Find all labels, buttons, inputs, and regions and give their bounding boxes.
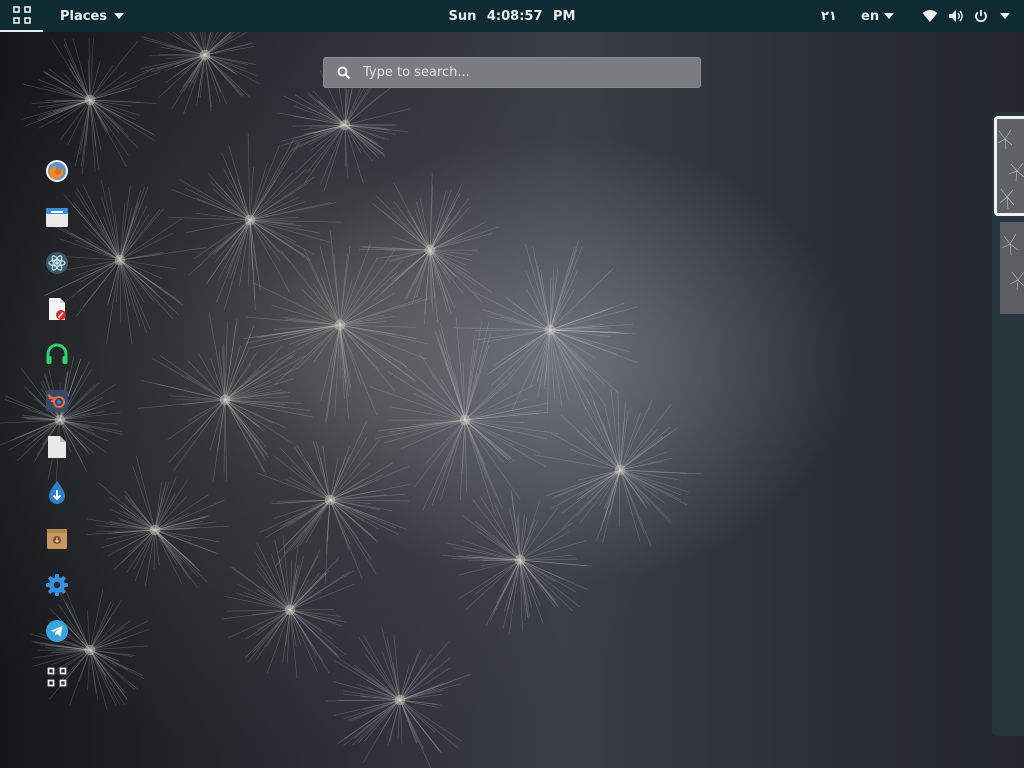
dash-item-telegram[interactable]: [40, 614, 74, 648]
places-label: Places: [60, 8, 108, 24]
search-input[interactable]: [361, 64, 685, 81]
atom-icon: [46, 252, 68, 274]
app-grid-icon: [47, 667, 67, 687]
files-icon: [46, 208, 68, 227]
workspace-indicator[interactable]: ٢١: [821, 0, 837, 32]
workspace-preview: [997, 119, 1024, 213]
volume-icon: [949, 10, 963, 22]
chevron-down-icon: [114, 13, 125, 19]
workspace-number: ٢١: [821, 8, 837, 24]
dash-item-files[interactable]: [40, 200, 74, 234]
blender-icon: [46, 390, 68, 412]
show-applications-button[interactable]: [40, 660, 74, 694]
power-icon: [975, 10, 987, 23]
system-menu[interactable]: [920, 0, 1024, 32]
wallpaper: [0, 0, 702, 768]
clock[interactable]: Sun 4:08:57 PM: [448, 9, 575, 24]
gear-icon: [46, 574, 68, 596]
dash-item-blender[interactable]: [40, 384, 74, 418]
language-label: en: [861, 8, 880, 24]
telegram-icon: [46, 620, 68, 642]
headphones-icon: [46, 343, 68, 364]
search-box[interactable]: [323, 57, 701, 88]
workspace-thumbnail-active[interactable]: [994, 116, 1024, 216]
dash-item-firefox[interactable]: [40, 154, 74, 188]
firefox-icon: [46, 160, 68, 182]
workspace-preview: [1000, 222, 1024, 314]
dash-item-package-installer[interactable]: [40, 522, 74, 556]
document-icon: [48, 436, 66, 458]
dash-item-document-viewer[interactable]: [40, 292, 74, 326]
desktop-overview: Places Sun 4:08:57 PM ٢١ en: [0, 0, 1024, 768]
download-drop-icon: [49, 481, 65, 504]
chevron-down-icon: [1000, 13, 1010, 19]
package-icon: [47, 529, 67, 549]
document-viewer-icon: [49, 298, 66, 320]
chevron-down-icon: [884, 13, 895, 19]
workspace-thumbnail[interactable]: [1000, 222, 1024, 314]
dash-item-settings[interactable]: [40, 568, 74, 602]
workspace-switcher: [992, 112, 1024, 736]
search-icon: [337, 66, 351, 79]
places-menu[interactable]: Places: [60, 0, 125, 32]
dash-item-headphones[interactable]: [40, 338, 74, 372]
dash-item-text-document[interactable]: [40, 430, 74, 464]
dash-item-atom[interactable]: [40, 246, 74, 280]
dash: [40, 150, 74, 698]
dash-item-downloader[interactable]: [40, 476, 74, 510]
wifi-icon: [922, 10, 938, 22]
top-bar: Places Sun 4:08:57 PM ٢١ en: [0, 0, 1024, 32]
activities-button[interactable]: [0, 0, 43, 32]
app-grid-icon: [12, 6, 31, 24]
keyboard-layout-menu[interactable]: en: [861, 0, 895, 32]
